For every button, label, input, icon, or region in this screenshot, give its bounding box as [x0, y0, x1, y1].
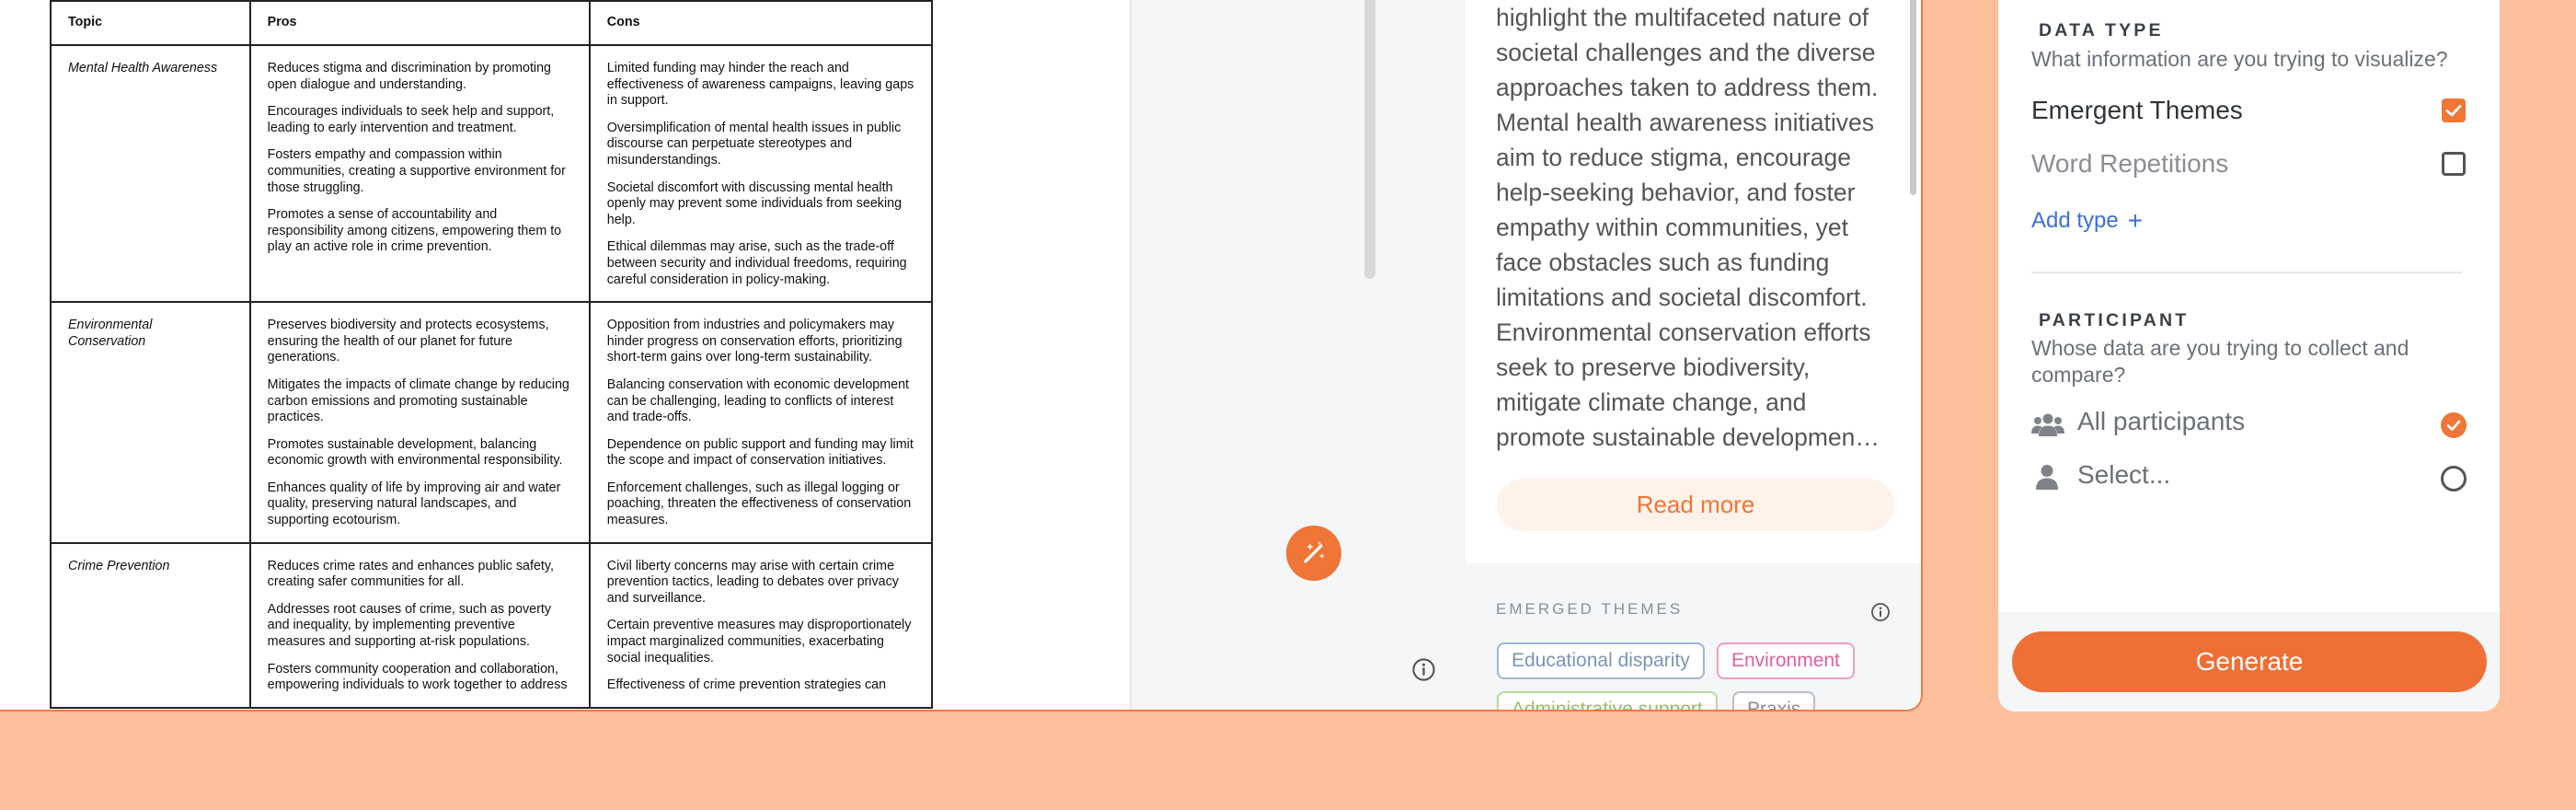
check-icon [2446, 420, 2461, 431]
themes-section [1466, 563, 1921, 710]
summary-line: empathy within communities, yet [1496, 214, 1848, 241]
con-item: Effectiveness of crime prevention strate… [606, 677, 887, 693]
participant-hint-line2: compare? [2031, 363, 2126, 387]
option-all-participants-label[interactable]: All participants [2077, 407, 2245, 436]
table-row: Mental Health Awareness Reduces stigma a… [50, 43, 934, 304]
con-item: Opposition from industries and policymak… [606, 318, 903, 365]
header-cons: Cons [588, 0, 934, 46]
con-item: Ethical dilemmas may arise, such as the … [606, 239, 907, 287]
header-topic: Topic [50, 0, 251, 46]
cons-cell: Civil liberty concerns may arise with ce… [588, 541, 934, 709]
summary-scrollbar[interactable] [1910, 0, 1916, 195]
visualization-settings-panel: DATA TYPE What information are you tryin… [1998, 0, 2500, 712]
topic-cell: Mental Health Awareness [50, 43, 251, 304]
option-emergent-themes-label[interactable]: Emergent Themes [2031, 96, 2243, 125]
read-more-button[interactable]: Read more [1497, 479, 1894, 531]
summary-text: highlight the multifaceted nature of soc… [1496, 0, 1899, 455]
pro-item: Enhances quality of life by improving ai… [267, 480, 561, 528]
document-scrollbar[interactable] [1364, 0, 1375, 279]
all-participants-radio[interactable] [2441, 412, 2467, 438]
summary-line: Environmental conservation efforts [1496, 318, 1871, 346]
topic-cell: Environmental Conservation [50, 301, 251, 544]
viewer-gutter [1130, 0, 1466, 710]
add-type-button[interactable]: Add type + [2031, 206, 2143, 236]
cons-cell: Limited funding may hinder the reach and… [588, 43, 934, 304]
summary-line: limitations and societal discomfort. [1496, 284, 1868, 311]
summary-line: promote sustainable developmen… [1496, 423, 1880, 451]
word-repetitions-checkbox[interactable] [2442, 152, 2466, 176]
con-item: Societal discomfort with discussing ment… [606, 179, 903, 227]
topic-cell: Crime Prevention [50, 541, 251, 709]
cons-cell: Opposition from industries and policymak… [588, 301, 934, 544]
summary-line: help-seeking behavior, and foster [1496, 179, 1856, 206]
summary-panel: highlight the multifaceted nature of soc… [1466, 0, 1921, 710]
theme-tag-praxis[interactable]: Praxis [1732, 691, 1816, 710]
participant-title: PARTICIPANT [2039, 310, 2190, 330]
option-select-participant-label[interactable]: Select... [2077, 460, 2170, 490]
pro-item: Reduces crime rates and enhances public … [267, 558, 554, 590]
con-item: Enforcement challenges, such as illegal … [606, 480, 912, 528]
theme-tag-environment[interactable]: Environment [1717, 642, 1855, 679]
data-type-title: DATA TYPE [2039, 20, 2164, 40]
data-type-hint: What information are you trying to visua… [2031, 47, 2448, 71]
table-header-row: Topic Pros Cons [50, 0, 934, 46]
summary-line: face obstacles such as funding [1496, 249, 1830, 276]
generate-button[interactable]: Generate [2012, 631, 2487, 692]
summary-line: societal challenges and the diverse [1496, 39, 1876, 66]
summary-line: seek to preserve biodiversity, [1496, 353, 1811, 381]
pros-cell: Preserves biodiversity and protects ecos… [248, 301, 591, 544]
summary-line: mitigate climate change, and [1496, 388, 1807, 416]
pros-cell: Reduces stigma and discrimination by pro… [248, 43, 591, 304]
pro-item: Fosters community cooperation and collab… [267, 661, 568, 693]
pro-item: Mitigates the impacts of climate change … [267, 376, 569, 425]
pro-item: Addresses root causes of crime, such as … [267, 601, 551, 650]
option-word-repetitions-label[interactable]: Word Repetitions [2031, 149, 2228, 179]
pro-item: Promotes sustainable development, balanc… [267, 436, 563, 469]
person-icon [2036, 465, 2058, 490]
participant-hint-line1: Whose data are you trying to collect and [2031, 336, 2409, 360]
header-pros: Pros [248, 0, 591, 46]
info-icon[interactable] [1411, 657, 1436, 682]
group-icon [2031, 413, 2064, 436]
main-window: Topic Pros Cons Mental Health Awareness … [0, 0, 1923, 712]
con-item: Civil liberty concerns may arise with ce… [606, 558, 899, 606]
con-item: Oversimplification of mental health issu… [606, 120, 902, 168]
con-item: Certain preventive measures may dispropo… [606, 618, 912, 665]
table-row: Environmental Conservation Preserves bio… [50, 301, 934, 544]
summary-line: aim to reduce stigma, encourage [1496, 144, 1851, 171]
theme-tag-educational-disparity[interactable]: Educational disparity [1497, 642, 1705, 679]
summary-line: approaches taken to address them. [1496, 74, 1879, 101]
pros-cell: Reduces crime rates and enhances public … [248, 541, 591, 709]
pro-item: Preserves biodiversity and protects ecos… [267, 318, 549, 365]
document-table: Topic Pros Cons Mental Health Awareness … [50, 0, 934, 709]
section-divider [2031, 272, 2462, 273]
magic-wand-button[interactable] [1286, 526, 1341, 581]
con-item: Dependence on public support and funding… [606, 436, 914, 469]
pro-item: Fosters empathy and compassion within co… [267, 147, 566, 195]
theme-tag-administrative-support[interactable]: Administrative support [1497, 691, 1718, 710]
pro-item: Promotes a sense of accountability and r… [267, 207, 562, 255]
themes-title: EMERGED THEMES [1496, 600, 1684, 618]
plus-icon: + [2127, 206, 2144, 235]
pro-item: Reduces stigma and discrimination by pro… [267, 61, 551, 92]
check-icon [2445, 105, 2462, 117]
summary-line: highlight the multifaceted nature of [1496, 4, 1869, 31]
emergent-themes-checkbox[interactable] [2442, 98, 2466, 122]
pro-item: Encourages individuals to seek help and … [267, 104, 555, 135]
con-item: Limited funding may hinder the reach and… [606, 61, 914, 109]
table-row: Crime Prevention Reduces crime rates and… [50, 541, 934, 709]
add-type-label: Add type [2031, 208, 2119, 233]
summary-line: Mental health awareness initiatives [1496, 109, 1874, 136]
select-participant-radio[interactable] [2441, 466, 2467, 492]
magic-wand-icon [1304, 541, 1325, 563]
con-item: Balancing conservation with economic dev… [606, 376, 910, 425]
info-icon[interactable] [1870, 602, 1891, 622]
